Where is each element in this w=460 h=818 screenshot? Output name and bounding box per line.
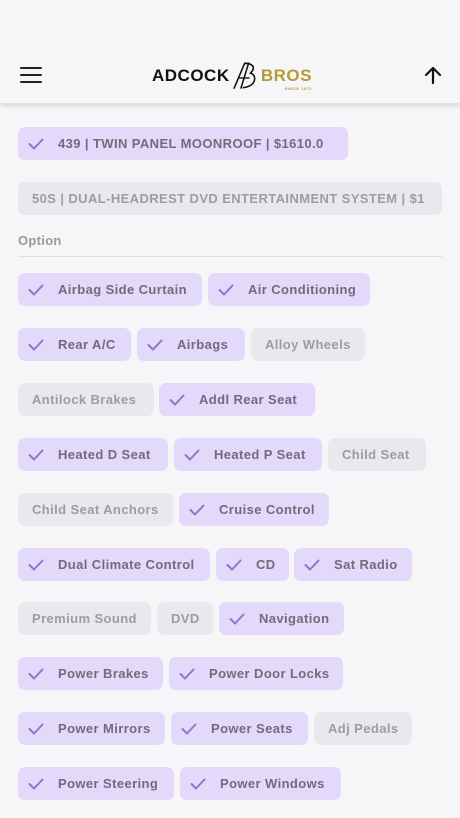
checkmark-icon (28, 138, 44, 149)
checkmark-icon (179, 668, 195, 679)
package-chip[interactable]: 50S | DUAL-HEADREST DVD ENTERTAINMENT SY… (18, 182, 442, 215)
logo-text-right: BROS SINCE 1972 (260, 66, 312, 91)
package-label: 439 | TWIN PANEL MOONROOF | $1610.0 (58, 136, 324, 151)
checkmark-icon (189, 504, 205, 515)
option-chip[interactable]: Child Seat (328, 438, 426, 471)
option-chip[interactable]: Power Steering (18, 767, 174, 800)
logo-monogram-icon (232, 62, 256, 89)
option-chip[interactable]: Power Windows (180, 767, 341, 800)
option-label: Airbag Side Curtain (58, 282, 187, 297)
option-label: Rear A/C (58, 337, 116, 352)
option-chip[interactable]: Child Seat Anchors (18, 493, 173, 526)
option-label: Heated D Seat (58, 447, 151, 462)
checkmark-icon (28, 668, 44, 679)
checkmark-icon (304, 559, 320, 570)
checkmark-icon (226, 559, 242, 570)
checkmark-icon (169, 394, 185, 405)
arrow-up-icon[interactable] (421, 63, 445, 87)
checkmark-icon (28, 339, 44, 350)
package-chip[interactable]: 439 | TWIN PANEL MOONROOF | $1610.0 (18, 127, 348, 160)
option-label: Addl Rear Seat (199, 392, 298, 407)
option-label: CD (256, 557, 276, 572)
option-label: DVD (171, 611, 200, 626)
app-header: ADCOCK BROS SINCE 1972 (0, 0, 460, 104)
option-label: Dual Climate Control (58, 557, 195, 572)
option-label: Antilock Brakes (32, 392, 137, 407)
option-label: Sat Radio (334, 557, 398, 572)
checkmark-icon (28, 559, 44, 570)
option-chip[interactable]: Antilock Brakes (18, 383, 154, 416)
checkmark-icon (147, 339, 163, 350)
option-label: Power Windows (220, 776, 325, 791)
option-chip[interactable]: Addl Rear Seat (159, 383, 315, 416)
option-chip[interactable]: Power Door Locks (169, 657, 343, 690)
option-label: Power Steering (58, 776, 159, 791)
option-label: Airbags (177, 337, 229, 352)
option-label: Air Conditioning (248, 282, 357, 297)
option-chip[interactable]: Airbag Side Curtain (18, 273, 202, 306)
brand-logo[interactable]: ADCOCK BROS SINCE 1972 (152, 60, 312, 92)
option-label: Heated P Seat (214, 447, 306, 462)
option-chip[interactable]: Navigation (219, 602, 344, 635)
option-label: Premium Sound (32, 611, 137, 626)
option-chip[interactable]: Adj Pedals (314, 712, 412, 745)
logo-since-text: SINCE 1972 (284, 86, 312, 91)
section-divider (18, 256, 442, 257)
option-chip[interactable]: DVD (157, 602, 213, 635)
option-label: Adj Pedals (328, 721, 399, 736)
hamburger-menu-icon[interactable] (20, 67, 42, 83)
checkmark-icon (190, 778, 206, 789)
option-chip[interactable]: Heated P Seat (174, 438, 322, 471)
checkmark-icon (184, 449, 200, 460)
option-chip[interactable]: Premium Sound (18, 602, 151, 635)
option-label: Power Seats (211, 721, 293, 736)
option-label: Child Seat (342, 447, 410, 462)
option-chip[interactable]: Dual Climate Control (18, 548, 210, 581)
option-chip[interactable]: Power Mirrors (18, 712, 165, 745)
option-label: Power Mirrors (58, 721, 151, 736)
option-chip[interactable]: CD (216, 548, 289, 581)
option-chip[interactable]: Sat Radio (294, 548, 412, 581)
option-chip[interactable]: Power Seats (171, 712, 308, 745)
checkmark-icon (28, 723, 44, 734)
checkmark-icon (28, 284, 44, 295)
checkmark-icon (181, 723, 197, 734)
options-heading: Option (18, 233, 62, 248)
option-chip[interactable]: Airbags (137, 328, 245, 361)
logo-text-left: ADCOCK (152, 66, 230, 85)
option-chip[interactable]: Cruise Control (179, 493, 329, 526)
option-chip[interactable]: Rear A/C (18, 328, 131, 361)
option-chip[interactable]: Alloy Wheels (251, 328, 365, 361)
checkmark-icon (229, 613, 245, 624)
option-chip[interactable]: Heated D Seat (18, 438, 168, 471)
checkmark-icon (28, 449, 44, 460)
checkmark-icon (28, 778, 44, 789)
logo-bros: BROS (260, 66, 312, 85)
option-chip[interactable]: Power Brakes (18, 657, 163, 690)
option-label: Power Brakes (58, 666, 149, 681)
option-label: Navigation (259, 611, 330, 626)
option-chip[interactable]: Air Conditioning (208, 273, 370, 306)
option-label: Alloy Wheels (265, 337, 351, 352)
option-label: Cruise Control (219, 502, 315, 517)
package-label: 50S | DUAL-HEADREST DVD ENTERTAINMENT SY… (32, 191, 425, 206)
checkmark-icon (218, 284, 234, 295)
option-label: Power Door Locks (209, 666, 330, 681)
option-label: Child Seat Anchors (32, 502, 159, 517)
